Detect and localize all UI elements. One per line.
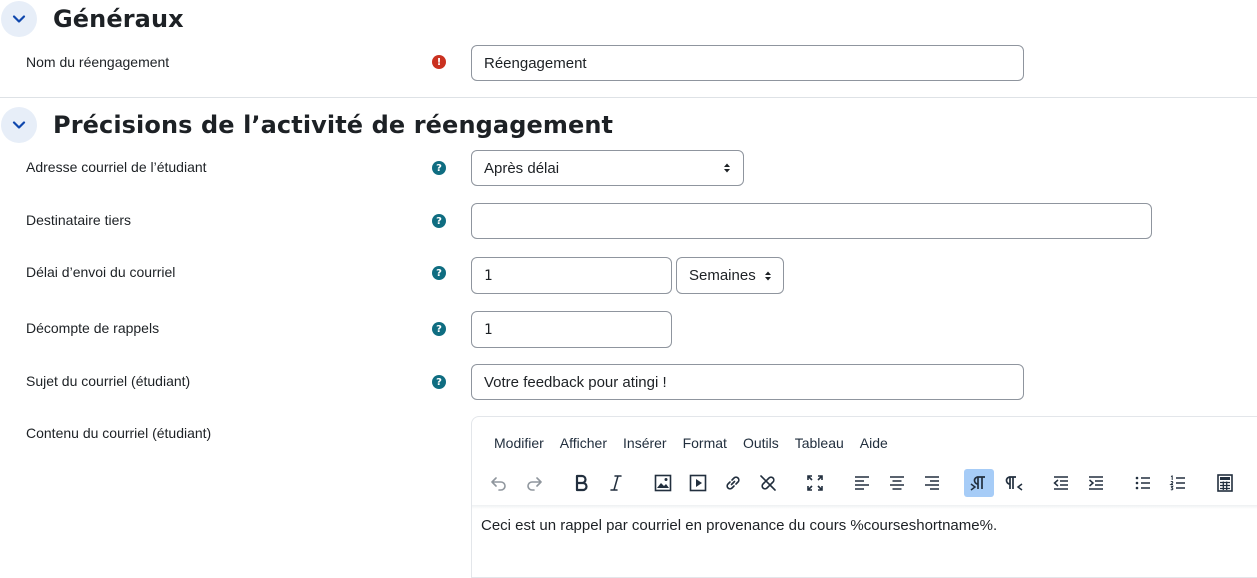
select-caret-icon — [764, 270, 772, 282]
collapse-general-button[interactable] — [1, 1, 37, 37]
paragraph-ltr-icon — [970, 476, 985, 491]
delay-unit-select[interactable]: Semaines — [676, 257, 784, 294]
undo-icon — [491, 477, 506, 491]
link-icon — [726, 476, 740, 490]
help-icon[interactable]: ? — [432, 266, 446, 280]
unlink-button[interactable] — [753, 469, 783, 497]
section-general-title: Généraux — [53, 5, 184, 33]
align-right-button[interactable] — [917, 469, 947, 497]
undo-button[interactable] — [484, 469, 514, 497]
field-content-label: Contenu du courriel (étudiant) — [26, 425, 212, 441]
indent-button[interactable] — [1081, 469, 1111, 497]
paragraph-rtl-icon — [1005, 476, 1023, 491]
help-icon[interactable]: ? — [432, 161, 446, 175]
align-right-icon — [925, 476, 939, 490]
bullet-list-icon — [1135, 476, 1150, 490]
menu-modifier[interactable]: Modifier — [494, 435, 544, 451]
section-details-title: Précisions de l’activité de réengagement — [53, 111, 614, 139]
fullscreen-icon — [807, 475, 823, 491]
align-center-icon — [890, 476, 904, 490]
name-input[interactable]: Réengagement — [471, 45, 1024, 81]
chevron-down-icon — [12, 121, 26, 129]
align-left-button[interactable] — [847, 469, 877, 497]
insert-media-button[interactable] — [683, 469, 713, 497]
editor-menubar: Modifier Afficher Insérer Format Outils … — [494, 435, 904, 451]
field-third-party-label: Destinataire tiers — [26, 212, 132, 228]
collapse-details-button[interactable] — [1, 107, 37, 143]
indent-icon — [1089, 476, 1103, 490]
menu-format[interactable]: Format — [683, 435, 727, 451]
menu-tableau[interactable]: Tableau — [795, 435, 844, 451]
third-party-input[interactable] — [471, 203, 1152, 239]
content-editor: Modifier Afficher Insérer Format Outils … — [471, 416, 1257, 578]
delay-input[interactable]: 1 — [471, 257, 672, 294]
field-reminder-count-label: Décompte de rappels — [26, 320, 160, 336]
help-icon[interactable]: ? — [432, 375, 446, 389]
field-delay-label: Délai d’envoi du courriel — [26, 264, 176, 280]
select-caret-icon — [723, 162, 731, 174]
reminder-count-input[interactable]: 1 — [471, 311, 672, 348]
editor-toolbar — [484, 469, 1245, 497]
redo-button[interactable] — [519, 469, 549, 497]
delay-unit-select-value: Semaines — [689, 267, 756, 284]
help-icon[interactable]: ? — [432, 214, 446, 228]
outdent-button[interactable] — [1046, 469, 1076, 497]
redo-icon — [527, 477, 542, 491]
section-divider — [0, 97, 1257, 98]
numbered-list-button[interactable] — [1163, 469, 1193, 497]
chevron-down-icon — [12, 15, 26, 23]
italic-icon — [610, 475, 622, 491]
align-center-button[interactable] — [882, 469, 912, 497]
editor-content-area[interactable]: Ceci est un rappel par courriel en prove… — [481, 517, 997, 534]
field-name-label: Nom du réengagement — [26, 54, 170, 70]
align-left-icon — [855, 476, 869, 490]
fullscreen-button[interactable] — [800, 469, 830, 497]
required-icon: ! — [432, 55, 446, 69]
section-details-header[interactable]: Précisions de l’activité de réengagement — [0, 107, 613, 143]
calculator-button[interactable] — [1210, 469, 1240, 497]
student-email-select[interactable]: Après délai — [471, 150, 744, 186]
bold-button[interactable] — [566, 469, 596, 497]
insert-image-button[interactable] — [648, 469, 678, 497]
image-icon — [654, 474, 672, 492]
numbered-list-icon — [1169, 475, 1185, 491]
help-icon[interactable]: ? — [432, 322, 446, 336]
field-student-email-label: Adresse courriel de l’étudiant — [26, 159, 207, 175]
student-email-select-value: Après délai — [484, 159, 560, 177]
field-subject-label: Sujet du courriel (étudiant) — [26, 373, 191, 389]
subject-input[interactable]: Votre feedback pour atingi ! — [471, 364, 1024, 400]
menu-outils[interactable]: Outils — [743, 435, 779, 451]
menu-afficher[interactable]: Afficher — [560, 435, 607, 451]
rtl-button[interactable] — [999, 469, 1029, 497]
calculator-icon — [1217, 474, 1233, 492]
menu-inserer[interactable]: Insérer — [623, 435, 667, 451]
toolbar-shadow — [472, 505, 1257, 509]
insert-link-button[interactable] — [718, 469, 748, 497]
media-icon — [689, 474, 707, 492]
bullet-list-button[interactable] — [1128, 469, 1158, 497]
section-general-header[interactable]: Généraux — [0, 1, 184, 37]
ltr-button[interactable] — [964, 469, 994, 497]
italic-button[interactable] — [601, 469, 631, 497]
unlink-icon — [760, 475, 776, 491]
bold-icon — [575, 474, 588, 492]
outdent-icon — [1053, 476, 1068, 490]
menu-aide[interactable]: Aide — [860, 435, 888, 451]
